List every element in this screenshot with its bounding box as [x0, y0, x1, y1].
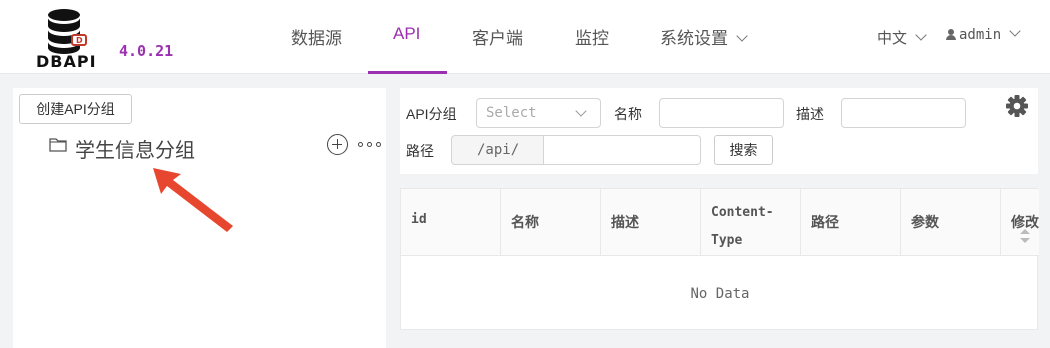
version-label: 4.0.21	[119, 42, 174, 60]
empty-state-text: No Data	[690, 286, 750, 302]
name-input[interactable]	[659, 98, 784, 128]
brand-name: DBAPI	[36, 52, 97, 71]
annotation-arrow-icon	[153, 168, 233, 232]
add-api-icon[interactable]	[327, 134, 348, 155]
nav-datasource[interactable]: 数据源	[291, 24, 342, 49]
nav-client[interactable]: 客户端	[472, 24, 523, 49]
gear-icon[interactable]	[1006, 95, 1028, 117]
column-header-modify[interactable]: 修改	[1001, 189, 1039, 256]
nav-monitor[interactable]: 监控	[575, 24, 609, 49]
select-placeholder: Select	[486, 105, 537, 121]
username: admin	[959, 27, 1002, 43]
api-table: id 名称 描述 Content- Type 路径 参数 修改 No Data	[400, 188, 1039, 330]
column-header-name: 名称	[501, 189, 601, 256]
language-label: 中文	[877, 30, 908, 47]
chevron-down-icon	[1009, 25, 1021, 37]
svg-text:D: D	[76, 36, 83, 45]
path-prefix: /api/	[451, 135, 544, 165]
more-options-icon[interactable]	[358, 142, 382, 148]
user-icon	[946, 29, 956, 40]
language-selector[interactable]: 中文	[877, 27, 927, 48]
description-input[interactable]	[841, 98, 966, 128]
chevron-down-icon	[575, 105, 587, 117]
api-group-sidebar: 创建API分组 学生信息分组	[13, 88, 386, 348]
chevron-down-icon	[736, 30, 748, 42]
sort-icon[interactable]	[1019, 228, 1031, 244]
column-header-content-type: Content- Type	[701, 189, 801, 256]
api-group-label: API分组	[406, 106, 457, 122]
nav-system-settings-label: 系统设置	[660, 29, 728, 48]
chevron-down-icon	[915, 29, 927, 41]
search-button[interactable]: 搜索	[714, 135, 773, 165]
path-label: 路径	[406, 143, 434, 159]
table-header: id 名称 描述 Content- Type 路径 参数 修改	[401, 189, 1039, 256]
column-header-params: 参数	[901, 189, 1001, 256]
path-input[interactable]	[543, 135, 701, 165]
nav-system-settings[interactable]: 系统设置	[660, 24, 748, 49]
filter-form: API分组 Select 名称 描述 路径 /api/ 搜索	[400, 88, 1038, 174]
folder-icon	[49, 138, 67, 152]
active-tab-indicator	[368, 71, 447, 74]
top-navbar: D DBAPI 4.0.21 数据源 API 客户端 监控 系统设置 中文 ad…	[0, 0, 1050, 74]
description-label: 描述	[796, 106, 824, 122]
api-group-select[interactable]: Select	[476, 98, 601, 128]
user-menu[interactable]: admin	[946, 25, 1021, 43]
create-api-group-button[interactable]: 创建API分组	[19, 94, 132, 124]
column-header-id: id	[401, 189, 501, 256]
column-header-path: 路径	[801, 189, 901, 256]
name-label: 名称	[614, 106, 642, 122]
tree-item-group[interactable]: 学生信息分组	[75, 134, 195, 163]
column-header-description: 描述	[601, 189, 701, 256]
nav-api[interactable]: API	[393, 24, 420, 44]
